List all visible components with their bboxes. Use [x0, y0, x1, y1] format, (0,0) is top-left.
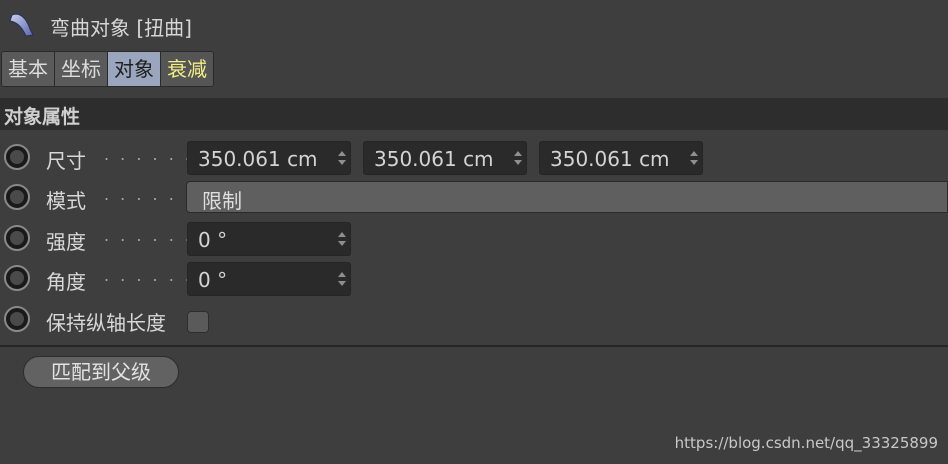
mode-value: 限制: [202, 189, 242, 213]
keep-length-label: 保持纵轴长度: [46, 311, 166, 335]
mode-label: 模式: [46, 189, 86, 213]
animate-radio-angle[interactable]: [4, 265, 30, 291]
animate-radio-mode[interactable]: [4, 184, 30, 210]
row-size: 尺寸 . . . . . . . 350.061 cm 350.061 cm 3…: [0, 140, 948, 176]
size-z-value: 350.061 cm: [550, 147, 670, 171]
bend-deformer-icon: [9, 13, 34, 37]
tab-coordinates[interactable]: 坐标: [55, 52, 108, 86]
divider: [0, 345, 948, 347]
tab-bar: 基本 坐标 对象 衰减: [1, 51, 214, 87]
strength-value: 0 °: [198, 228, 228, 252]
section-header: 对象属性: [0, 98, 948, 130]
size-x-value: 350.061 cm: [198, 147, 318, 171]
mode-dropdown[interactable]: 限制: [186, 181, 948, 213]
angle-label: 角度: [46, 270, 86, 294]
size-y-field[interactable]: 350.061 cm: [363, 141, 527, 175]
strength-field[interactable]: 0 °: [187, 222, 351, 256]
panel-header: 弯曲对象 [扭曲]: [0, 0, 948, 50]
size-z-field[interactable]: 350.061 cm: [539, 141, 703, 175]
size-x-field[interactable]: 350.061 cm: [187, 141, 351, 175]
spinner-arrows-icon[interactable]: [337, 231, 347, 247]
animate-radio-strength[interactable]: [4, 225, 30, 251]
row-keep-length: 保持纵轴长度: [0, 302, 948, 338]
row-angle: 角度 . . . . . . . 0 °: [0, 261, 948, 297]
angle-field[interactable]: 0 °: [187, 262, 351, 296]
row-strength: 强度 . . . . . . . 0 °: [0, 221, 948, 257]
page-title: 弯曲对象 [扭曲]: [50, 16, 192, 40]
size-y-value: 350.061 cm: [374, 147, 494, 171]
tab-falloff[interactable]: 衰减: [161, 52, 213, 86]
tab-object[interactable]: 对象: [108, 52, 161, 86]
spinner-arrows-icon[interactable]: [337, 150, 347, 166]
spinner-arrows-icon[interactable]: [337, 271, 347, 287]
animate-radio-size[interactable]: [4, 144, 30, 170]
strength-label: 强度: [46, 230, 86, 254]
keep-length-checkbox[interactable]: [187, 311, 209, 333]
row-mode: 模式 . . . . . . . 限制: [0, 180, 948, 216]
watermark-text: https://blog.csdn.net/qq_33325899: [674, 434, 938, 452]
spinner-arrows-icon[interactable]: [689, 150, 699, 166]
animate-radio-keep-length[interactable]: [4, 306, 30, 332]
fit-to-parent-button[interactable]: 匹配到父级: [23, 356, 179, 388]
size-label: 尺寸: [46, 149, 86, 173]
section-title: 对象属性: [4, 106, 81, 128]
angle-value: 0 °: [198, 268, 228, 292]
tab-basic[interactable]: 基本: [2, 52, 55, 86]
spinner-arrows-icon[interactable]: [513, 150, 523, 166]
